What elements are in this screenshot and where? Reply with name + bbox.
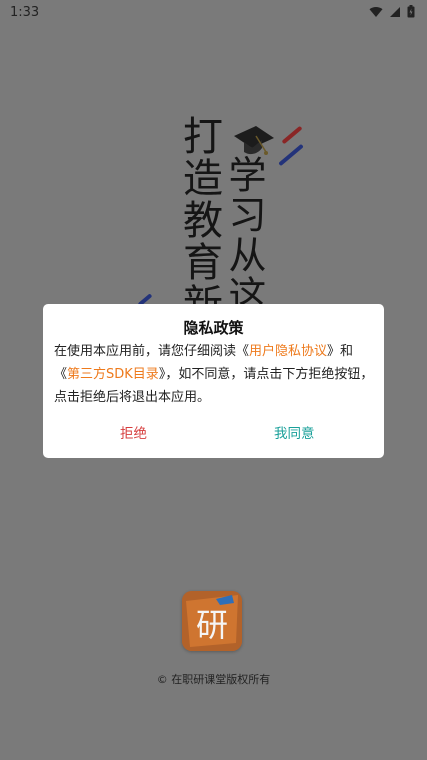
privacy-dialog: 隐私政策 在使用本应用前，请您仔细阅读《用户隐私协议》和《第三方SDK目录》，如… [43, 304, 384, 458]
dialog-text-1: 在使用本应用前，请您仔细阅读《 [54, 344, 250, 359]
dialog-title: 隐私政策 [183, 319, 244, 337]
dialog-body: 在使用本应用前，请您仔细阅读《用户隐私协议》和《第三方SDK目录》，如不同意，请… [54, 340, 376, 409]
reject-button[interactable]: 拒绝 [120, 422, 147, 442]
user-privacy-link[interactable]: 用户隐私协议 [249, 344, 327, 359]
graduation-cap-icon [232, 122, 276, 166]
third-party-sdk-link[interactable]: 第三方SDK目录 [67, 367, 159, 382]
decor-stroke-red-1 [281, 125, 303, 145]
copyright-text: © 在职研课堂版权所有 [156, 673, 271, 686]
decor-stroke-blue-1 [278, 143, 304, 167]
slogan-line-2: 学习从这 [222, 155, 266, 315]
app-logo-icon: 研 [182, 591, 242, 651]
app-logo-text: 研 [195, 606, 228, 644]
agree-button[interactable]: 我同意 [274, 422, 315, 442]
